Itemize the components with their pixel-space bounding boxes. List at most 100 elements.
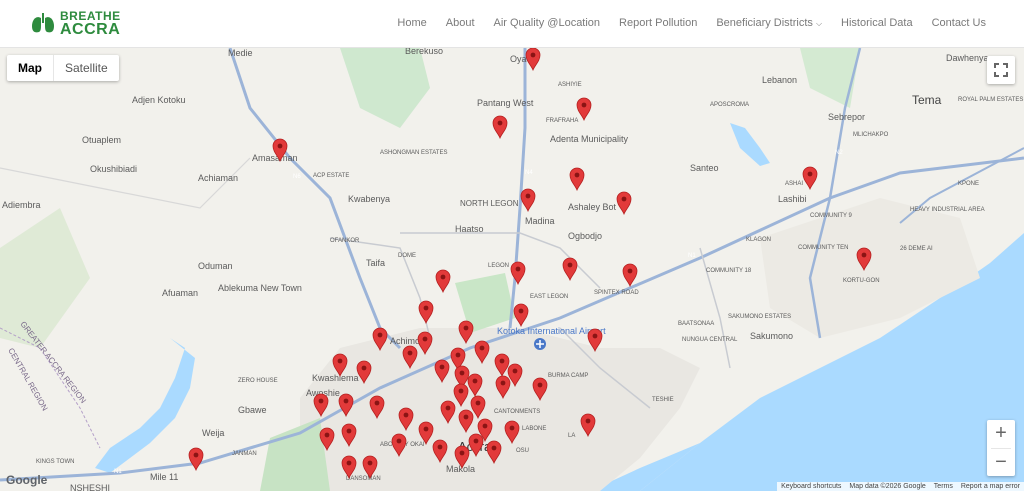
map-type-map-button[interactable]: Map <box>7 55 53 81</box>
terms-link[interactable]: Terms <box>934 483 953 490</box>
label-gbawe: Gbawe <box>238 405 267 415</box>
label-deme-ai: 26 DEME AI <box>900 246 933 252</box>
label-sakumono: Sakumono <box>750 331 793 341</box>
label-dansoman: DANSOMAN <box>346 476 381 482</box>
label-pantang: Pantang West <box>477 98 534 108</box>
fullscreen-button[interactable] <box>987 56 1015 84</box>
label-n1-east: N1 <box>688 253 696 259</box>
report-error-link[interactable]: Report a map error <box>961 483 1020 490</box>
label-oya: Oya <box>510 54 527 64</box>
label-n4: N4 <box>525 170 533 176</box>
pollution-marker[interactable] <box>616 191 632 216</box>
label-klagon: KLAGON <box>746 237 771 243</box>
zoom-control: + − <box>987 420 1015 476</box>
label-ablekuma: Ablekuma New Town <box>218 283 302 293</box>
label-janman: JANMAN <box>232 451 257 457</box>
zoom-in-button[interactable]: + <box>987 420 1015 448</box>
label-kortu-gon: KORTU-GON <box>843 278 880 284</box>
logo-line2: ACCRA <box>60 21 121 38</box>
label-lashibi: Lashibi <box>778 194 807 204</box>
site-logo[interactable]: BREATHE ACCRA <box>30 9 121 38</box>
label-ogbodjo: Ogbodjo <box>568 231 602 241</box>
label-dome: DOME <box>398 253 416 259</box>
label-santeo: Santeo <box>690 163 719 173</box>
label-sakumono-estates: SAKUMONO ESTATES <box>728 314 791 320</box>
label-n1-west: N1 <box>114 469 122 475</box>
label-heavy-industrial: HEAVY INDUSTRIAL AREA <box>910 207 985 213</box>
label-adjen: Adjen Kotoku <box>132 95 186 105</box>
map-type-satellite-button[interactable]: Satellite <box>53 55 119 81</box>
label-achimota: Achimo <box>390 336 420 346</box>
nav-home[interactable]: Home <box>397 17 426 29</box>
pollution-marker[interactable] <box>520 188 536 213</box>
label-community18: COMMUNITY 18 <box>706 268 752 274</box>
main-nav: Home About Air Quality @Location Report … <box>378 17 986 29</box>
label-ofankor: OFANKOR <box>330 238 360 244</box>
green-ne <box>800 48 860 108</box>
label-haatso: Haatso <box>455 224 484 234</box>
park-north <box>340 48 430 128</box>
pollution-marker[interactable] <box>576 97 592 122</box>
keyboard-shortcuts-link[interactable]: Keyboard shortcuts <box>781 483 841 490</box>
fullscreen-icon <box>994 63 1008 77</box>
weija-lake <box>95 338 195 473</box>
map-type-control: Map Satellite <box>7 55 119 81</box>
pollution-marker[interactable] <box>435 269 451 294</box>
label-okushibiadi: Okushibiadi <box>90 164 137 174</box>
label-berekuso: Berekuso <box>405 48 443 56</box>
zoom-out-button[interactable]: − <box>987 449 1015 477</box>
label-nungua: NUNGUA CENTRAL <box>682 337 738 343</box>
pollution-marker[interactable] <box>510 261 526 286</box>
google-logo[interactable]: Google <box>6 473 47 487</box>
label-ashaley: Ashaley Bot <box>568 202 617 212</box>
pollution-marker[interactable] <box>513 303 529 328</box>
label-achiaman: Achiaman <box>198 173 238 183</box>
label-taifa: Taifa <box>366 258 385 268</box>
label-osu: OSU <box>516 448 529 454</box>
label-north-legon: NORTH LEGON <box>460 199 519 208</box>
label-amasaman: Amasaman <box>252 153 298 163</box>
park-south <box>260 418 330 491</box>
map-graphics: Medie Berekuso Oya Dawhenya Adjen Kotoku… <box>0 48 1024 491</box>
label-oduman: Oduman <box>198 261 233 271</box>
label-baatsonaa: BAATSONAA <box>678 321 714 327</box>
label-spintex: SPINTEX ROAD <box>594 290 639 296</box>
pollution-marker[interactable] <box>569 167 585 192</box>
nav-contact-us[interactable]: Contact Us <box>932 17 986 29</box>
label-madina: Madina <box>525 216 555 226</box>
label-cantonments: CANTONMENTS <box>494 409 540 415</box>
nav-report-pollution[interactable]: Report Pollution <box>619 17 697 29</box>
pollution-marker[interactable] <box>562 257 578 282</box>
label-east-legon: EAST LEGON <box>530 294 568 300</box>
pollution-marker[interactable] <box>802 166 818 191</box>
map-data-text: Map data ©2026 Google <box>849 483 926 490</box>
road-4 <box>699 247 731 369</box>
pollution-marker[interactable] <box>525 48 541 72</box>
nav-beneficiary-districts[interactable]: Beneficiary Districts ⌵ <box>716 17 822 29</box>
pollution-marker[interactable] <box>188 447 204 472</box>
map-canvas[interactable]: Medie Berekuso Oya Dawhenya Adjen Kotoku… <box>0 48 1024 491</box>
label-tema: Tema <box>912 93 942 107</box>
label-ashiyie: ASHIYIE <box>558 82 582 88</box>
nav-air-quality[interactable]: Air Quality @Location <box>494 17 601 29</box>
label-aposcroma: APOSCROMA <box>710 102 749 108</box>
label-legon: LEGON <box>488 263 509 269</box>
label-zero-house: ZERO HOUSE <box>238 378 278 384</box>
label-weija: Weija <box>202 428 224 438</box>
label-mlichakpo: MLICHAKPO <box>853 132 889 138</box>
pollution-marker[interactable] <box>492 115 508 140</box>
nav-historical-data[interactable]: Historical Data <box>841 17 913 29</box>
lake-east <box>730 123 770 166</box>
label-kwashieman: Kwashiema <box>312 373 359 383</box>
label-ashaiman: ASHAI <box>785 181 803 187</box>
label-kpone: KPONE <box>958 181 979 187</box>
region-boundary <box>0 327 101 449</box>
nav-about[interactable]: About <box>446 17 475 29</box>
label-adenta: Adenta Municipality <box>550 134 629 144</box>
label-afuaman: Afuaman <box>162 288 198 298</box>
pollution-marker[interactable] <box>622 263 638 288</box>
label-frafraha: FRAFRAHA <box>546 118 578 124</box>
label-mile11: Mile 11 <box>150 472 178 482</box>
pollution-marker[interactable] <box>418 300 434 325</box>
label-medie: Medie <box>228 48 253 58</box>
